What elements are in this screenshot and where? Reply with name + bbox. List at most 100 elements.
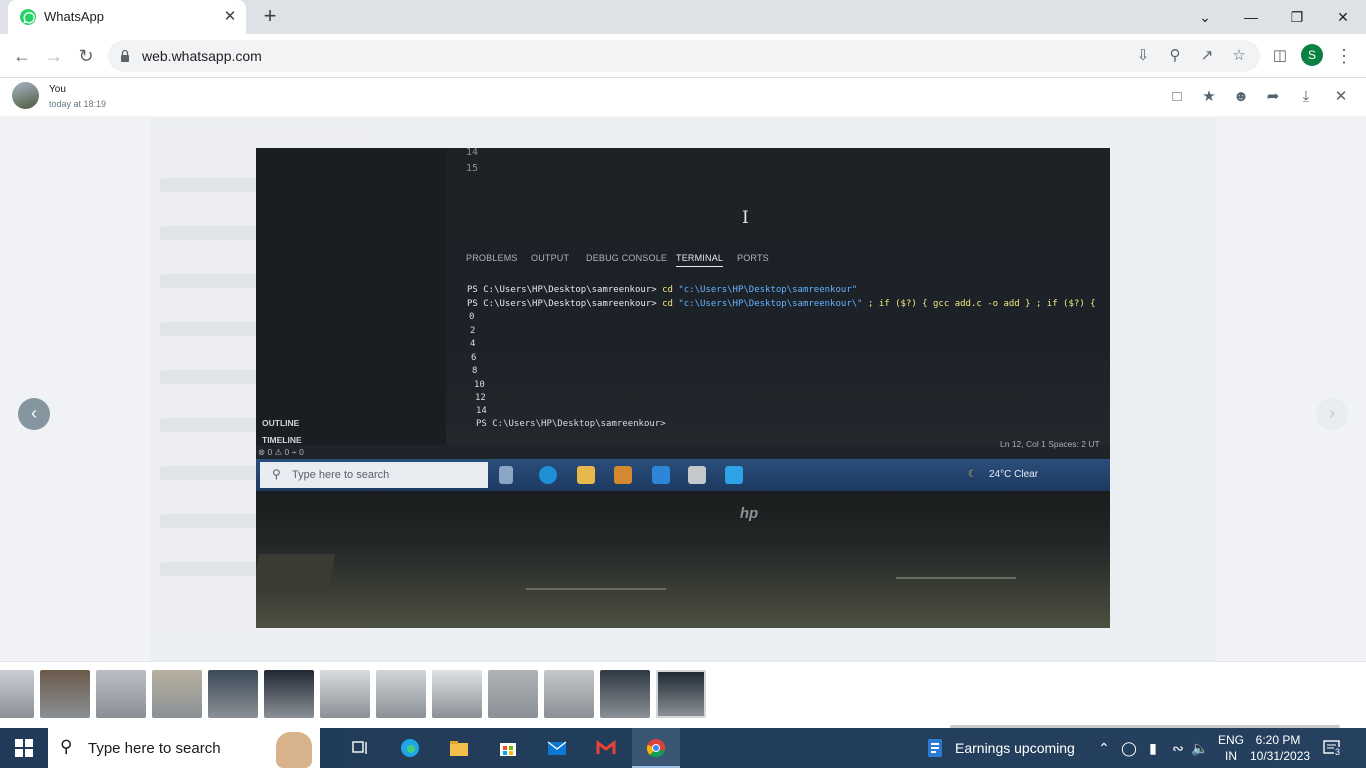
photo-output-value: 4 [470,339,476,349]
file-explorer-icon[interactable] [435,728,483,768]
media-thumbnail[interactable] [96,670,146,718]
address-bar[interactable]: web.whatsapp.com ⇩ ⚲ ↗ ☆ [108,40,1260,72]
photo-windows-taskbar: ⚲ Type here to search ☾ 24°C Clear [256,459,1110,491]
media-thumbnail[interactable] [488,670,538,718]
sender-name: You [49,84,66,95]
edge-icon[interactable] [386,728,434,768]
forward-icon[interactable]: ➦ [1263,87,1283,107]
reload-icon[interactable]: ↻ [72,42,100,70]
install-app-icon[interactable]: ⇩ [1131,44,1155,68]
photo-line-number: 15 [466,163,479,174]
next-media-button[interactable]: › [1316,398,1348,430]
close-window-button[interactable]: ✕ [1320,0,1366,34]
media-thumbnail[interactable] [376,670,426,718]
sender-avatar[interactable] [12,82,39,109]
forward-arrow-icon[interactable]: → [40,42,68,70]
gmail-icon[interactable] [582,728,630,768]
back-arrow-icon[interactable]: ← [8,42,36,70]
media-viewer: You today at 18:19 □ ★ ☻ ➦ ⤓ ✕ 14 15 I P… [0,78,1366,728]
weather-widget[interactable]: Earnings upcoming [922,728,1092,768]
photo-laptop-screen: 14 15 I PROBLEMS OUTPUT DEBUG CONSOLE TE… [256,148,1110,491]
maximize-button[interactable]: ❐ [1274,0,1320,34]
zoom-icon[interactable]: ⚲ [1163,44,1187,68]
tab-search-icon[interactable]: ⌄ [1182,0,1228,34]
photo-tab-ports: PORTS [737,253,769,263]
media-thumbnail[interactable] [40,670,90,718]
chrome-icon[interactable] [632,728,680,768]
search-highlight-icon [276,732,312,768]
share-icon[interactable]: ↗ [1195,44,1219,68]
media-thumbnail[interactable] [320,670,370,718]
photo-status-bar: ⊗ 0 ⚠ 0 ⌁ 0 Ln 12, Col 1 Spaces: 2 UT [256,439,1110,459]
battery-icon[interactable]: ▮ [1144,740,1162,757]
media-thumbnail-selected[interactable] [656,670,706,718]
photo-output-value: 8 [472,366,478,376]
language-indicator[interactable]: ENG IN [1216,732,1246,764]
previous-media-button[interactable]: ‹ [18,398,50,430]
windows-taskbar: ⚲ Type here to search Earnings upcoming … [0,728,1366,768]
photo-tab-terminal: TERMINAL [676,253,724,267]
news-icon [928,739,942,757]
task-view-icon[interactable] [336,728,384,768]
media-image: 14 15 I PROBLEMS OUTPUT DEBUG CONSOLE TE… [256,148,1110,628]
windows-start-icon[interactable] [0,728,48,768]
photo-tab-output: OUTPUT [531,253,570,263]
hp-logo: hp [739,505,759,522]
tab-title: WhatsApp [44,9,104,24]
photo-output-value: 14 [476,406,487,416]
url-text: web.whatsapp.com [142,48,262,64]
tab-whatsapp[interactable]: WhatsApp ✕ [8,0,246,34]
mail-icon[interactable] [533,728,581,768]
browser-tab-strip: WhatsApp ✕ + ⌄ — ❐ ✕ [0,0,1366,34]
go-to-message-icon[interactable]: □ [1167,87,1187,107]
media-thumbnail[interactable] [544,670,594,718]
photo-outline-section: OUTLINE [262,418,300,428]
profile-avatar[interactable]: S [1301,44,1323,66]
photo-output-value: 2 [470,326,476,336]
clock[interactable]: 6:20 PM 10/31/2023 [1250,732,1310,764]
sent-timestamp: today at 18:19 [49,99,107,109]
media-thumbnail[interactable] [264,670,314,718]
text-cursor-icon: I [742,208,749,228]
media-thumbnail[interactable] [432,670,482,718]
weather-text: Earnings upcoming [955,740,1075,756]
close-icon[interactable]: ✕ [1331,87,1351,107]
photo-output-value: 0 [469,312,475,322]
media-thumbnail[interactable] [208,670,258,718]
browser-toolbar: ← → ↻ web.whatsapp.com ⇩ ⚲ ↗ ☆ ◫ S ⋮ [0,34,1366,78]
photo-panel-tabs: PROBLEMS OUTPUT DEBUG CONSOLE TERMINAL P… [446,245,1110,275]
media-thumbnail[interactable] [0,670,34,718]
download-icon[interactable]: ⤓ [1296,87,1316,107]
photo-final-prompt: PS C:\Users\HP\Desktop\samreenkour> [476,419,666,429]
minimize-button[interactable]: — [1228,0,1274,34]
whatsapp-favicon-icon [20,9,36,25]
photo-tab-problems: PROBLEMS [466,253,518,263]
side-panel-icon[interactable]: ◫ [1266,42,1294,70]
tab-close-icon[interactable]: ✕ [220,7,240,27]
react-emoji-icon[interactable]: ☻ [1231,87,1251,107]
meet-now-icon[interactable]: ◯ [1120,740,1138,757]
menu-kebab-icon[interactable]: ⋮ [1330,42,1358,70]
viewer-header: You today at 18:19 □ ★ ☻ ➦ ⤓ ✕ [0,78,1366,116]
microsoft-store-icon[interactable] [484,728,532,768]
show-hidden-icons-icon[interactable]: ⌃ [1096,740,1112,757]
taskbar-search-box[interactable]: ⚲ Type here to search [48,728,320,768]
photo-output-value: 12 [475,393,486,403]
wifi-icon[interactable]: ∾ [1168,740,1188,757]
notification-center-icon[interactable]: 3 [1322,738,1342,758]
notification-count: 3 [1334,747,1342,757]
volume-icon[interactable]: 🔈 [1190,740,1210,757]
bookmark-star-icon[interactable]: ☆ [1227,44,1251,68]
photo-line-number: 14 [466,148,479,158]
photo-terminal-line: PS C:\Users\HP\Desktop\samreenkour> cd "… [467,299,1096,309]
new-tab-button[interactable]: + [258,5,282,29]
taskbar-search-placeholder: Type here to search [88,740,221,757]
search-icon: ⚲ [60,737,73,756]
media-thumbnail-strip [0,661,1366,728]
star-icon[interactable]: ★ [1199,87,1219,107]
media-thumbnail[interactable] [152,670,202,718]
photo-tab-debug-console: DEBUG CONSOLE [586,253,668,263]
photo-terminal-line: PS C:\Users\HP\Desktop\samreenkour> cd "… [467,285,858,295]
media-thumbnail[interactable] [600,670,650,718]
lock-icon [121,49,129,62]
